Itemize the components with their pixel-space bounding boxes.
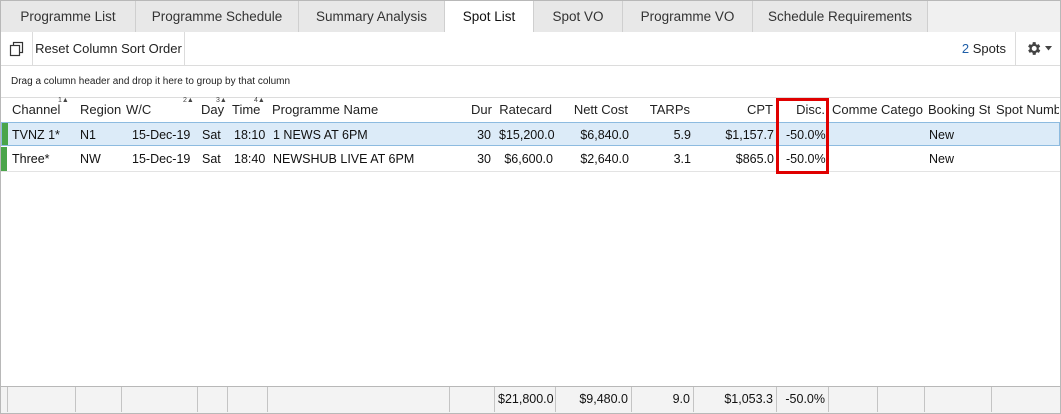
- footer-cell-day: [198, 387, 228, 412]
- disc-column-highlight: [776, 98, 829, 174]
- grid-header: Channel 1▲ Region W/C 2▲ Day 3▲ Time 4▲ …: [1, 97, 1060, 123]
- row-indicator: [1, 147, 7, 171]
- sort-indicator-time: 4▲: [254, 97, 265, 104]
- column-header-programme-name[interactable]: Programme Name: [269, 98, 449, 122]
- cell-spot-number: [994, 123, 1060, 147]
- footer-cell-region: [76, 387, 122, 412]
- footer-total-disc: -50.0%: [777, 387, 829, 412]
- group-by-hint: Drag a column header and drop it here to…: [11, 76, 291, 87]
- column-header-cpt[interactable]: CPT: [693, 98, 776, 122]
- tab-bar: Programme List Programme Schedule Summar…: [1, 1, 1060, 33]
- cell-day: Sat: [202, 152, 221, 166]
- cell-time: 18:40: [234, 152, 266, 166]
- cell-day: Sat: [202, 128, 221, 142]
- column-header-day[interactable]: Day: [198, 98, 232, 122]
- reset-column-sort-order-button[interactable]: Reset Column Sort Order: [33, 32, 185, 65]
- spots-count: 2 Spots: [962, 32, 1006, 65]
- tab-spot-list[interactable]: Spot List: [445, 1, 534, 33]
- footer-total-ratecard: $21,800.0: [495, 387, 556, 412]
- cell-wc: 15-Dec-19: [132, 152, 191, 166]
- cell-wc: 15-Dec-19: [132, 128, 191, 142]
- cell-tarps: 3.1: [673, 152, 691, 166]
- copy-icon: [9, 41, 23, 56]
- cell-category: [879, 123, 925, 147]
- column-header-spot-number[interactable]: Spot Numb: [993, 98, 1059, 122]
- copy-button[interactable]: [1, 32, 33, 65]
- footer-cell-booking: [925, 387, 992, 412]
- footer-cell-wc: [122, 387, 198, 412]
- spots-count-number: 2: [961, 41, 970, 56]
- cell-cpt: $1,157.7: [725, 128, 774, 142]
- caret-down-icon: [1044, 46, 1052, 51]
- cell-booking-status: New: [929, 152, 955, 166]
- footer-cell-time: [228, 387, 268, 412]
- column-header-region[interactable]: Region: [77, 98, 123, 122]
- cell-ratecard: $6,600.0: [504, 152, 553, 166]
- cell-programme-name: 1 NEWS AT 6PM: [273, 128, 368, 142]
- column-header-category[interactable]: Catego: [878, 98, 924, 122]
- tab-programme-schedule[interactable]: Programme Schedule: [136, 1, 299, 32]
- cell-dur: 30: [477, 152, 491, 166]
- cell-channel: TVNZ 1*: [12, 128, 60, 142]
- cell-spot-number: [994, 147, 1060, 171]
- gear-icon: [1027, 42, 1040, 55]
- column-header-comment[interactable]: Comme: [829, 98, 877, 122]
- column-header-booking-status[interactable]: Booking St: [925, 98, 990, 122]
- footer-cell-comment: [829, 387, 878, 412]
- cell-nett-cost: $2,640.0: [580, 152, 629, 166]
- cell-region: N1: [80, 128, 96, 142]
- cell-channel: Three*: [12, 152, 50, 166]
- cell-time: 18:10: [234, 128, 266, 142]
- cell-ratecard: $15,200.0: [499, 128, 555, 142]
- column-header-ratecard[interactable]: Ratecard: [495, 98, 555, 122]
- column-header-channel-label: Channel: [12, 102, 61, 117]
- toolbar: Reset Column Sort Order 2 Spots: [1, 32, 1060, 66]
- footer-total-tarps: 9.0: [632, 387, 694, 412]
- row-indicator: [2, 123, 8, 145]
- cell-tarps: 5.9: [673, 128, 691, 142]
- cell-cpt: $865.0: [735, 152, 774, 166]
- column-header-dur[interactable]: Dur: [449, 98, 495, 122]
- footer-cell-indicator: [1, 387, 8, 412]
- tab-programme-list[interactable]: Programme List: [1, 1, 136, 32]
- settings-menu-button[interactable]: [1015, 32, 1060, 65]
- cell-region: NW: [80, 152, 101, 166]
- cell-dur: 30: [477, 128, 491, 142]
- footer-cell-dur: [450, 387, 495, 412]
- table-row[interactable]: Three* NW 15-Dec-19 Sat 18:40 NEWSHUB LI…: [1, 147, 1060, 172]
- sort-indicator-channel: 1▲: [58, 97, 69, 104]
- column-header-tarps[interactable]: TARPs: [631, 98, 693, 122]
- column-header-nett-cost[interactable]: Nett Cost: [555, 98, 631, 122]
- tab-spot-vo[interactable]: Spot VO: [534, 1, 623, 32]
- cell-comment: [830, 147, 878, 171]
- footer-total-nett-cost: $9,480.0: [556, 387, 632, 412]
- sort-indicator-day: 3▲: [216, 97, 227, 104]
- table-row[interactable]: TVNZ 1* N1 15-Dec-19 Sat 18:10 1 NEWS AT…: [1, 122, 1060, 146]
- tab-summary-analysis[interactable]: Summary Analysis: [299, 1, 445, 32]
- group-by-panel[interactable]: Drag a column header and drop it here to…: [1, 66, 1060, 98]
- footer-cell-channel: [8, 387, 76, 412]
- cell-booking-status: New: [929, 128, 955, 142]
- cell-comment: [830, 123, 878, 147]
- sort-indicator-wc: 2▲: [183, 97, 194, 104]
- tab-programme-vo[interactable]: Programme VO: [623, 1, 753, 32]
- cell-programme-name: NEWSHUB LIVE AT 6PM: [273, 152, 415, 166]
- spots-count-label: Spots: [972, 41, 1006, 56]
- cell-category: [879, 147, 925, 171]
- tab-schedule-requirements[interactable]: Schedule Requirements: [753, 1, 928, 32]
- footer-cell-spot-number: [992, 387, 1060, 412]
- footer-cell-category: [878, 387, 925, 412]
- footer-total-cpt: $1,053.3: [694, 387, 777, 412]
- totals-footer: $21,800.0 $9,480.0 9.0 $1,053.3 -50.0%: [1, 386, 1060, 413]
- footer-cell-programme: [268, 387, 450, 412]
- cell-nett-cost: $6,840.0: [580, 128, 629, 142]
